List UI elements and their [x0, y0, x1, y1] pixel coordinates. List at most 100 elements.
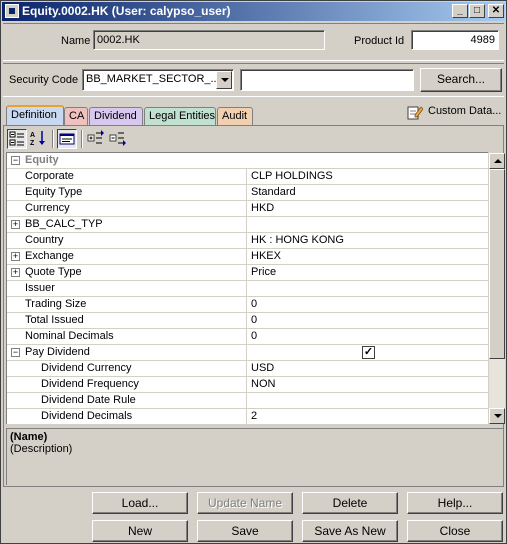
property-value[interactable]: Standard: [248, 185, 488, 200]
close-window-button[interactable]: ✕: [488, 4, 504, 18]
property-grid-scrollbar[interactable]: [489, 153, 505, 424]
load-button[interactable]: Load...: [92, 492, 188, 514]
categorized-view-icon: [9, 131, 24, 146]
save-button[interactable]: Save: [197, 520, 293, 542]
property-row[interactable]: Trading Size 0: [7, 297, 488, 313]
collapse-all-button[interactable]: [109, 129, 129, 149]
property-value[interactable]: HKEX: [248, 249, 488, 264]
property-value[interactable]: 0: [248, 313, 488, 328]
description-toggle-button[interactable]: [57, 129, 77, 149]
minimize-button[interactable]: _: [452, 4, 468, 18]
property-name: Exchange: [7, 249, 247, 264]
property-name: Dividend Frequency: [7, 377, 247, 392]
scroll-thumb[interactable]: [489, 169, 505, 359]
property-name: Dividend Decimals: [7, 409, 247, 424]
property-value[interactable]: NON: [248, 377, 488, 392]
property-name: Trading Size: [7, 297, 247, 312]
new-button[interactable]: New: [92, 520, 188, 542]
property-value[interactable]: [248, 217, 488, 232]
property-row[interactable]: + BB_CALC_TYP: [7, 217, 488, 233]
property-name: BB_CALC_TYP: [7, 217, 247, 232]
tab-audit[interactable]: Audit: [217, 107, 253, 125]
property-value[interactable]: Price: [248, 265, 488, 280]
property-row[interactable]: + Quote Type Price: [7, 265, 488, 281]
property-row[interactable]: − Pay Dividend ✓: [7, 345, 488, 361]
tab-definition[interactable]: Definition: [6, 105, 64, 126]
property-value[interactable]: 0: [248, 329, 488, 344]
property-value[interactable]: USD: [248, 361, 488, 376]
property-value-cell[interactable]: ✓: [248, 345, 488, 360]
property-row[interactable]: Corporate CLP HOLDINGS: [7, 169, 488, 185]
property-row[interactable]: Equity Type Standard: [7, 185, 488, 201]
security-search-input[interactable]: [240, 69, 414, 91]
help-button[interactable]: Help...: [407, 492, 503, 514]
name-field[interactable]: 0002.HK: [93, 30, 325, 50]
property-row[interactable]: Issuer: [7, 281, 488, 297]
title-bar[interactable]: Equity.0002.HK (User: calypso_user) _ □ …: [2, 2, 505, 21]
property-value[interactable]: [248, 281, 488, 296]
custom-data-label: Custom Data...: [428, 105, 502, 117]
description-name: (Name): [10, 431, 48, 443]
property-row[interactable]: Currency HKD: [7, 201, 488, 217]
header-panel: Name 0002.HK Product Id 4989: [3, 23, 504, 61]
expand-all-icon: [87, 130, 104, 144]
update-name-button[interactable]: Update Name: [197, 492, 293, 514]
tab-ca[interactable]: CA: [64, 107, 88, 125]
property-row[interactable]: Total Issued 0: [7, 313, 488, 329]
property-row[interactable]: Country HK : HONG KONG: [7, 233, 488, 249]
svg-text:Z: Z: [30, 140, 35, 147]
expand-all-button[interactable]: [87, 129, 107, 149]
property-row[interactable]: Dividend Frequency NON: [7, 377, 488, 393]
custom-data-button[interactable]: Custom Data...: [404, 100, 504, 124]
product-id-field[interactable]: 4989: [411, 30, 499, 50]
pencil-edit-icon: [407, 106, 423, 120]
property-row[interactable]: Dividend Decimals 2: [7, 409, 488, 424]
equity-window: Equity.0002.HK (User: calypso_user) _ □ …: [0, 0, 507, 544]
property-value[interactable]: CLP HOLDINGS: [248, 169, 488, 184]
security-code-value: BB_MARKET_SECTOR_...: [86, 73, 220, 85]
property-toolbar: A Z: [6, 128, 501, 150]
description-text: (Description): [10, 443, 73, 455]
property-name: Nominal Decimals: [7, 329, 247, 344]
app-icon: [5, 4, 19, 18]
security-code-combo[interactable]: BB_MARKET_SECTOR_...: [82, 69, 234, 91]
toolbar-separator: [52, 130, 54, 148]
tab-legal-entities[interactable]: Legal Entities: [144, 107, 216, 125]
search-button[interactable]: Search...: [420, 68, 502, 92]
scroll-down-icon[interactable]: [489, 408, 505, 424]
scroll-up-icon[interactable]: [489, 153, 505, 169]
chevron-down-icon[interactable]: [216, 71, 232, 89]
property-name: Total Issued: [7, 313, 247, 328]
property-row[interactable]: Dividend Date Rule: [7, 393, 488, 409]
property-grid[interactable]: − Equity Corporate CLP HOLDINGS Equity Type S…: [6, 152, 488, 424]
property-value[interactable]: HKD: [248, 201, 488, 216]
delete-button[interactable]: Delete: [302, 492, 398, 514]
property-section-row[interactable]: − Equity: [7, 153, 488, 169]
property-row[interactable]: Nominal Decimals 0: [7, 329, 488, 345]
collapse-all-icon: [109, 132, 126, 146]
save-as-new-button[interactable]: Save As New: [302, 520, 398, 542]
property-value[interactable]: 0: [248, 297, 488, 312]
property-name: Quote Type: [7, 265, 247, 280]
property-row[interactable]: + Exchange HKEX: [7, 249, 488, 265]
property-value[interactable]: 2: [248, 409, 488, 424]
property-value[interactable]: HK : HONG KONG: [248, 233, 488, 248]
property-row[interactable]: Dividend Currency USD: [7, 361, 488, 377]
categorized-view-button[interactable]: [7, 129, 27, 149]
property-name: Equity Type: [7, 185, 247, 200]
maximize-button[interactable]: □: [469, 4, 485, 18]
name-label: Name: [61, 35, 91, 47]
close-button[interactable]: Close: [407, 520, 503, 542]
security-code-label: Security Code: [9, 74, 79, 86]
property-name: Issuer: [7, 281, 247, 296]
svg-text:A: A: [30, 132, 35, 139]
pay-dividend-checkbox[interactable]: ✓: [362, 346, 375, 359]
property-value[interactable]: [248, 393, 488, 408]
tab-dividend[interactable]: Dividend: [89, 107, 143, 125]
property-name: Equity: [25, 154, 59, 166]
property-name: Pay Dividend: [7, 345, 247, 360]
description-panel: (Name) (Description): [6, 428, 503, 485]
description-toggle-icon: [59, 133, 75, 145]
sort-alpha-button[interactable]: A Z: [29, 129, 49, 149]
property-name: Country: [7, 233, 247, 248]
